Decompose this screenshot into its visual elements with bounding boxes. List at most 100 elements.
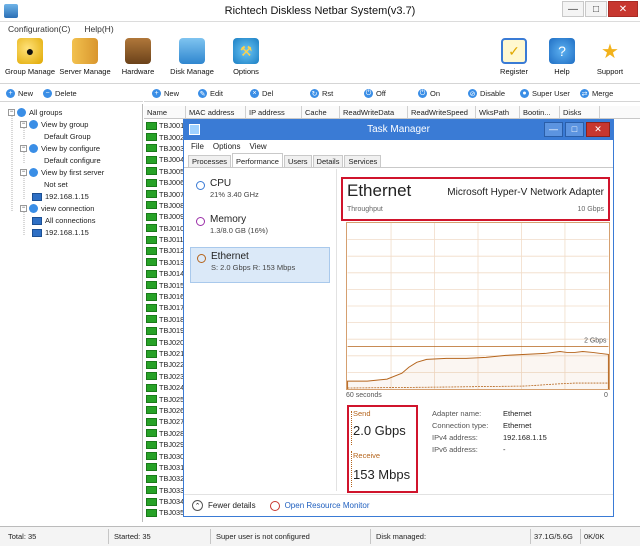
tm-maximize-button[interactable]: □ bbox=[565, 122, 584, 137]
throughput-graph: 2 Gbps bbox=[346, 222, 610, 390]
hardware-button[interactable]: Hardware bbox=[118, 38, 158, 76]
computer-icon bbox=[32, 228, 42, 237]
tm-performance-panel: CPU 21% 3.40 GHz Memory 1.3/8.0 GB (16%)… bbox=[184, 169, 613, 517]
minimize-button[interactable]: — bbox=[562, 1, 584, 17]
tree-not-set[interactable]: Not set bbox=[44, 180, 68, 189]
server-manage-button[interactable]: Server Manage bbox=[58, 38, 112, 76]
computer-icon bbox=[32, 216, 42, 225]
tm-close-button[interactable]: ✕ bbox=[586, 122, 610, 137]
menu-help[interactable]: Help(H) bbox=[84, 22, 113, 36]
support-button[interactable]: ★ Support bbox=[592, 38, 628, 77]
tab-details[interactable]: Details bbox=[312, 155, 344, 167]
col-disks[interactable]: Disks bbox=[560, 106, 600, 118]
col-name[interactable]: Name bbox=[144, 106, 186, 118]
computer-icon bbox=[146, 429, 157, 438]
machine-name: TBJ031 bbox=[159, 462, 185, 472]
tab-processes[interactable]: Processes bbox=[188, 155, 232, 167]
tree-connection-ip[interactable]: 192.168.1.15 bbox=[32, 228, 89, 237]
tree-view-by-group[interactable]: − View by group bbox=[20, 120, 88, 129]
col-readwritespeed[interactable]: ReadWriteSpeed bbox=[408, 106, 476, 118]
task-manager-window: Task Manager — □ ✕ File Options View Pro… bbox=[183, 119, 614, 517]
machine-name: TBJ034 bbox=[159, 497, 185, 507]
tm-menu-options[interactable]: Options bbox=[213, 140, 241, 153]
computer-icon bbox=[146, 292, 157, 301]
col-booting[interactable]: Bootin... bbox=[520, 106, 560, 118]
options-button[interactable]: ⚒ Options bbox=[228, 38, 264, 76]
delete-group-button[interactable]: − Delete bbox=[43, 89, 77, 98]
rst-button[interactable]: ↻ Rst bbox=[310, 89, 333, 98]
tree-view-by-configure[interactable]: − View by configure bbox=[20, 144, 100, 153]
del-button[interactable]: × Del bbox=[250, 89, 273, 98]
disable-button[interactable]: ⊘ Disable bbox=[468, 89, 505, 98]
new-machine-button[interactable]: + New bbox=[152, 89, 179, 98]
col-readwritedata[interactable]: ReadWriteData bbox=[340, 106, 408, 118]
tree-actions: + New − Delete bbox=[0, 86, 143, 102]
tree-all-connections[interactable]: All connections bbox=[32, 216, 95, 225]
computer-icon bbox=[32, 192, 42, 201]
status-disk-size: 37.1G/5.6G bbox=[534, 532, 573, 541]
machine-name: TBJ015 bbox=[159, 280, 185, 290]
collapse-icon[interactable]: − bbox=[20, 169, 27, 176]
status-divider bbox=[530, 529, 531, 544]
register-icon: ✓ bbox=[501, 38, 527, 64]
tm-menu-view[interactable]: View bbox=[249, 140, 266, 153]
col-mac[interactable]: MAC address bbox=[186, 106, 246, 118]
resource-memory[interactable]: Memory 1.3/8.0 GB (16%) bbox=[190, 211, 330, 247]
menubar: Configuration(C) Help(H) bbox=[0, 22, 640, 36]
disk-manage-button[interactable]: Disk Manage bbox=[168, 38, 216, 76]
tree-view-connection[interactable]: − view connection bbox=[20, 204, 94, 213]
graph-time-label: 60 seconds bbox=[346, 392, 382, 399]
status-divider bbox=[580, 529, 581, 544]
help-button[interactable]: ? Help bbox=[547, 38, 577, 76]
tree-default-configure[interactable]: Default configure bbox=[44, 156, 101, 165]
add-icon: + bbox=[6, 89, 15, 98]
off-button[interactable]: ⏻ Off bbox=[364, 89, 386, 98]
register-button[interactable]: ✓ Register bbox=[496, 38, 532, 76]
on-button[interactable]: ⏻ On bbox=[418, 89, 440, 98]
fewer-details-link[interactable]: Fewer details bbox=[208, 501, 256, 510]
resource-ethernet[interactable]: Ethernet S: 2.0 Gbps R: 153 Mbps bbox=[190, 247, 330, 283]
close-button[interactable]: ✕ bbox=[608, 1, 638, 17]
group-icon bbox=[29, 144, 38, 153]
col-cache[interactable]: Cache bbox=[302, 106, 340, 118]
main-toolbar: ● Group Manage Server Manage Hardware Di… bbox=[0, 36, 640, 84]
collapse-icon[interactable]: − bbox=[8, 109, 15, 116]
power-off-icon: ⏻ bbox=[364, 89, 373, 98]
machine-table-header: Name MAC address IP address Cache ReadWr… bbox=[144, 106, 640, 119]
prop-connection-type: Connection type: Ethernet bbox=[432, 421, 532, 430]
computer-icon bbox=[146, 212, 157, 221]
tree-view-by-first-server[interactable]: − View by first server bbox=[20, 168, 104, 177]
tree-server-ip[interactable]: 192.168.1.15 bbox=[32, 192, 89, 201]
machine-name: TBJ008 bbox=[159, 200, 185, 210]
collapse-icon[interactable]: − bbox=[20, 205, 27, 212]
tree-all-groups[interactable]: − All groups bbox=[8, 108, 62, 117]
super-user-button[interactable]: ● Super User bbox=[520, 89, 570, 98]
col-ip[interactable]: IP address bbox=[246, 106, 302, 118]
machine-name: TBJ035 bbox=[159, 508, 185, 518]
tab-users[interactable]: Users bbox=[283, 155, 312, 167]
col-wkspath[interactable]: WksPath bbox=[476, 106, 520, 118]
tab-services[interactable]: Services bbox=[344, 155, 382, 167]
edit-button[interactable]: ✎ Edit bbox=[198, 89, 223, 98]
collapse-icon[interactable]: − bbox=[20, 121, 27, 128]
tm-menu-file[interactable]: File bbox=[191, 140, 204, 153]
group-manage-button[interactable]: ● Group Manage bbox=[4, 38, 56, 76]
tm-minimize-button[interactable]: — bbox=[544, 122, 563, 137]
memory-indicator-icon bbox=[196, 217, 205, 226]
tree-default-group[interactable]: Default Group bbox=[44, 132, 91, 141]
group-icon bbox=[17, 108, 26, 117]
menu-configuration[interactable]: Configuration(C) bbox=[8, 22, 70, 36]
computer-icon bbox=[146, 452, 157, 461]
open-resource-monitor-link[interactable]: Open Resource Monitor bbox=[285, 501, 370, 510]
support-icon: ★ bbox=[601, 40, 619, 63]
send-label: Send bbox=[353, 409, 371, 418]
maximize-button[interactable]: □ bbox=[585, 1, 607, 17]
merge-button[interactable]: ⇄ Merge bbox=[580, 89, 613, 98]
new-group-button[interactable]: + New bbox=[6, 89, 33, 98]
collapse-icon[interactable]: − bbox=[20, 145, 27, 152]
resource-cpu[interactable]: CPU 21% 3.40 GHz bbox=[190, 175, 330, 211]
machine-name: TBJ025 bbox=[159, 394, 185, 404]
chevron-up-icon[interactable]: ⌃ bbox=[192, 500, 203, 511]
tab-performance[interactable]: Performance bbox=[232, 153, 283, 167]
machine-name: TBJ005 bbox=[159, 166, 185, 176]
